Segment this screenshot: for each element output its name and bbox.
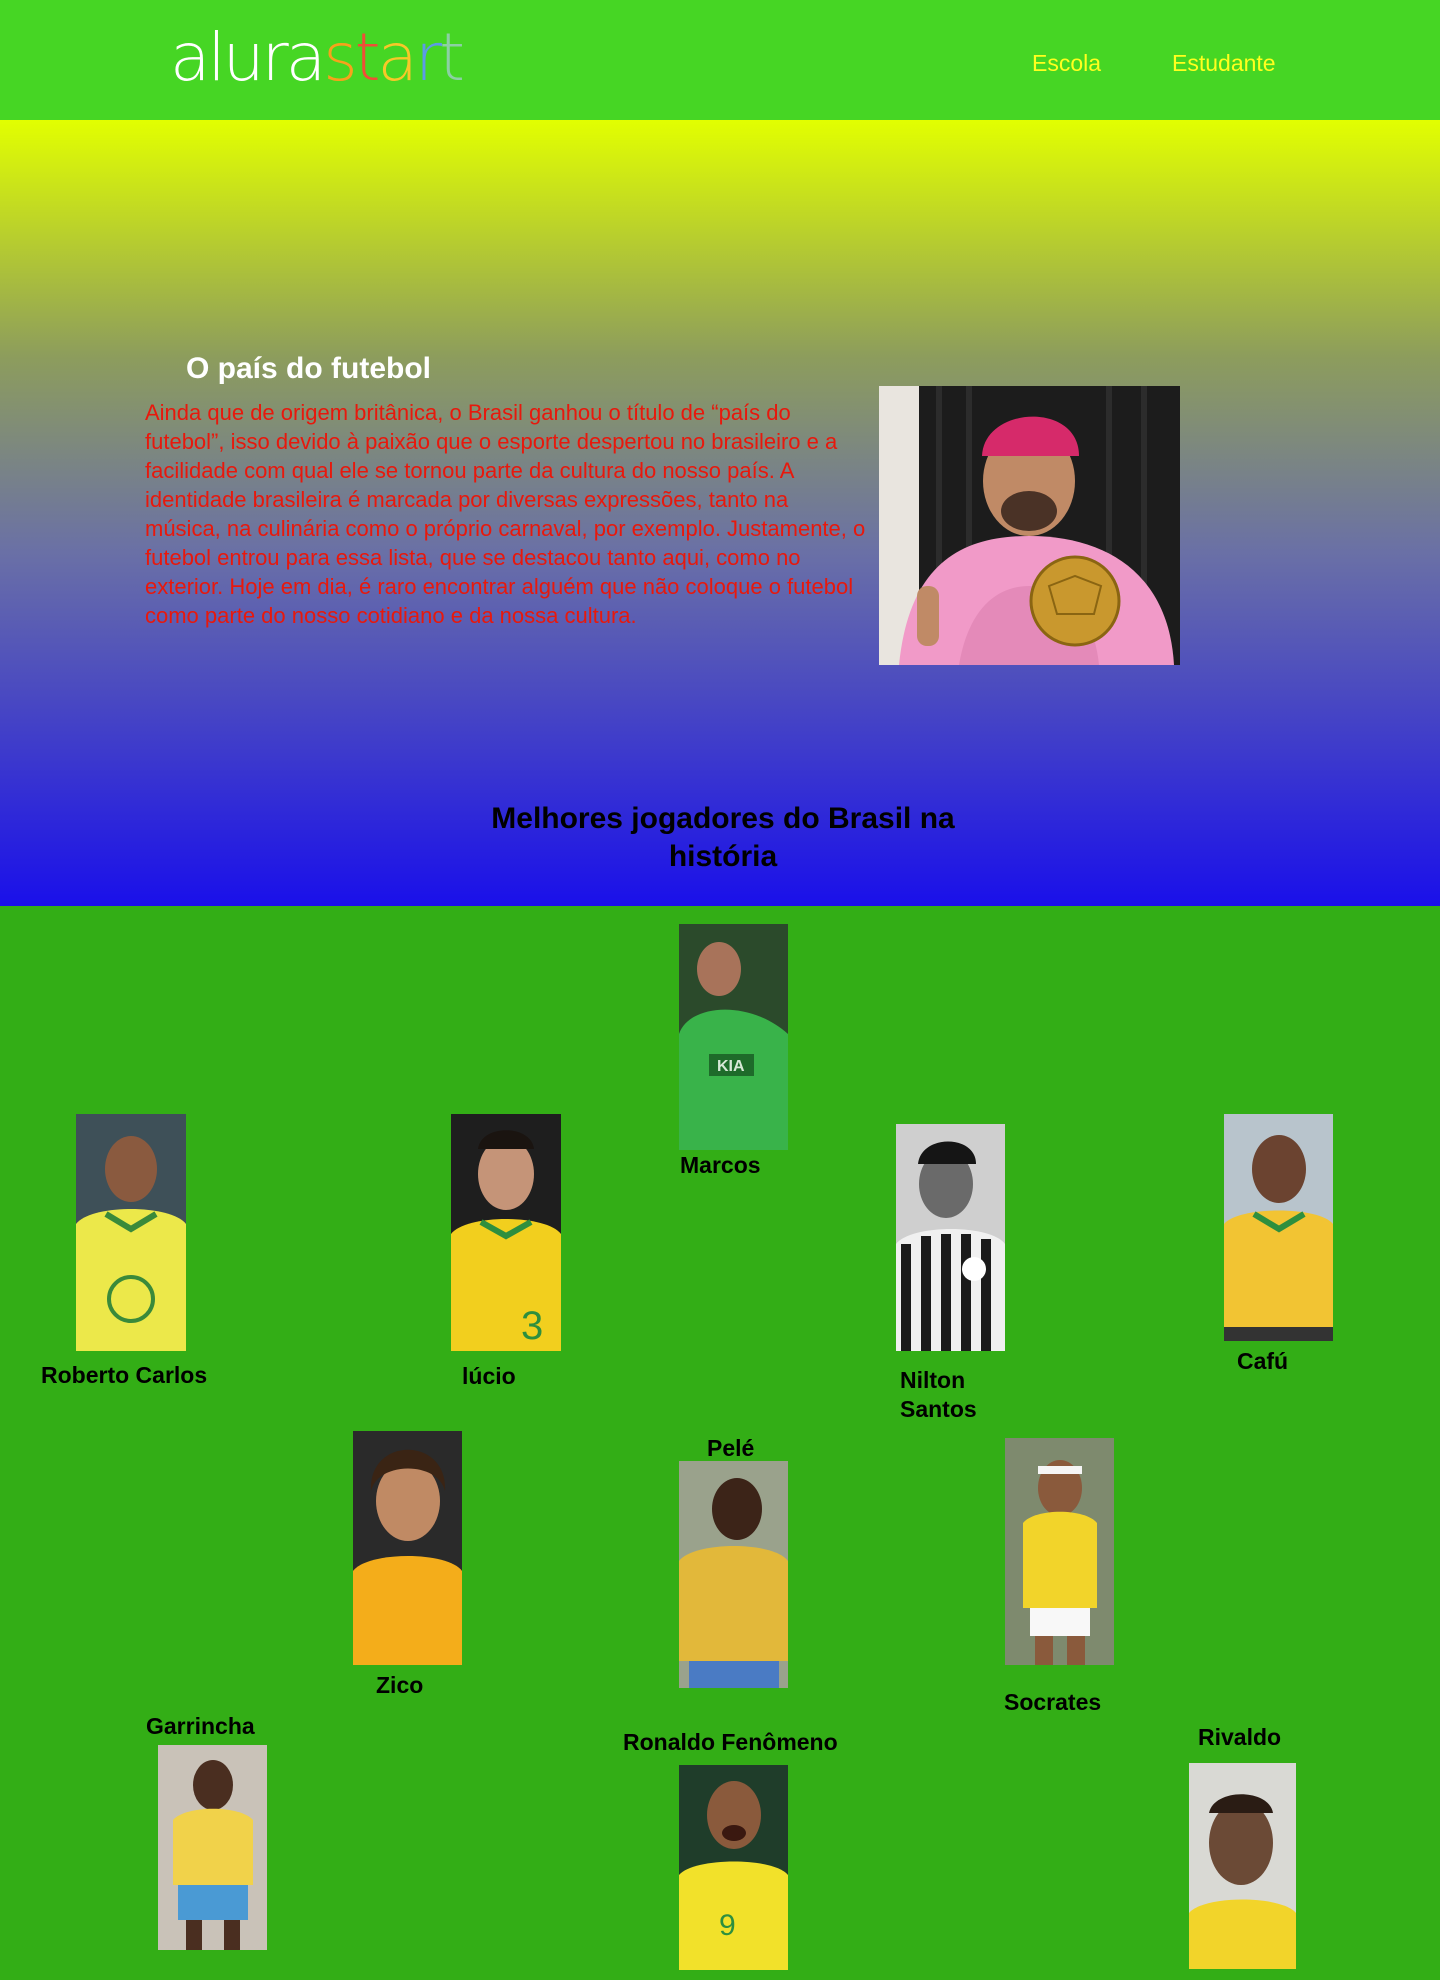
player-photo-garrincha: [158, 1745, 267, 1950]
nav-link-estudante[interactable]: Estudante: [1172, 50, 1276, 77]
player-name-garrincha: Garrincha: [146, 1713, 255, 1739]
player-photo-lucio: 3: [451, 1114, 561, 1351]
alurastart-logo[interactable]: alurastart: [170, 22, 465, 94]
player-name-nilton-santos: Nilton Santos: [900, 1367, 977, 1422]
player-name-zico: Zico: [376, 1672, 424, 1698]
hero-title: O país do futebol: [186, 352, 431, 385]
player-photo-socrates: [1005, 1438, 1114, 1665]
player-with-golden-ball-photo: [879, 386, 1180, 665]
player-name-cafu: Cafú: [1237, 1348, 1289, 1374]
player-photo-ronaldo-fenomeno: 9: [679, 1765, 788, 1970]
svg-text:3: 3: [521, 1304, 543, 1348]
player-photo-cafu: [1224, 1114, 1333, 1341]
player-name-marcos: Marcos: [680, 1152, 761, 1178]
player-photo-pele: [679, 1461, 788, 1688]
player-name-ronaldo-fenomeno: Ronaldo Fenômeno: [623, 1729, 838, 1755]
player-photo-zico: [353, 1431, 462, 1665]
svg-text:9: 9: [719, 1909, 736, 1942]
nav-link-escola[interactable]: Escola: [1032, 50, 1101, 77]
player-name-roberto-carlos: Roberto Carlos: [41, 1362, 208, 1388]
hero-section: O país do futebol Ainda que de origem br…: [0, 120, 1440, 906]
hero-paragraph: Ainda que de origem britânica, o Brasil …: [145, 400, 866, 628]
player-photo-roberto-carlos: [76, 1114, 186, 1351]
player-photo-marcos: KIA: [679, 924, 788, 1150]
svg-text:KIA: KIA: [717, 1058, 745, 1075]
player-name-socrates: Socrates: [1004, 1689, 1102, 1715]
player-name-pele: Pelé: [707, 1435, 755, 1461]
player-name-rivaldo: Rivaldo: [1198, 1724, 1282, 1750]
top-bar: alurastart Escola Estudante: [0, 0, 1440, 120]
player-photo-nilton-santos: [896, 1124, 1005, 1351]
player-photo-rivaldo: [1189, 1763, 1296, 1969]
player-name-lucio: lúcio: [462, 1363, 516, 1389]
section-title: Melhores jogadores do Brasil na história: [491, 802, 955, 873]
